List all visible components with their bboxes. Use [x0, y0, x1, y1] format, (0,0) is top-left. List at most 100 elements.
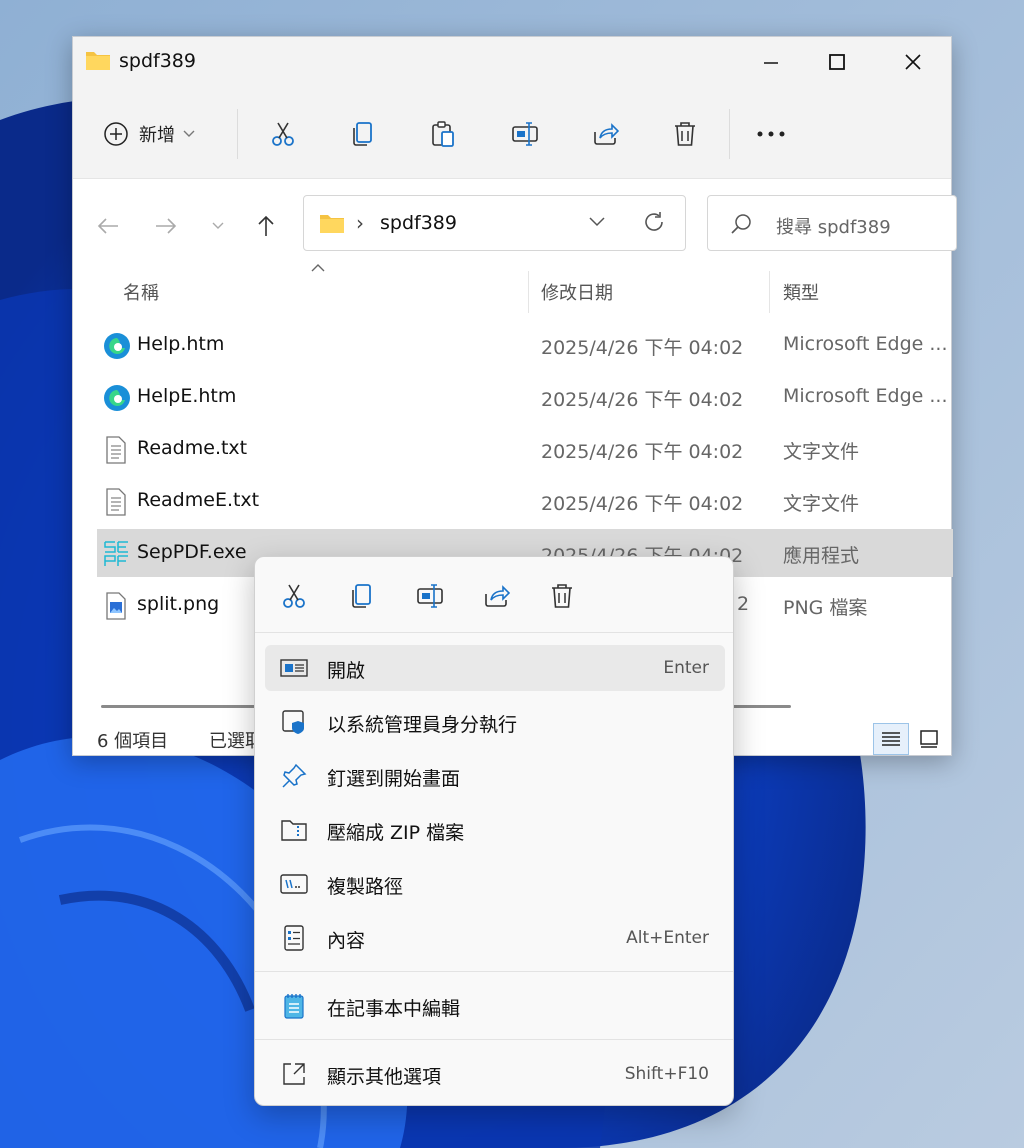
column-header-modified[interactable]: 修改日期: [541, 279, 613, 319]
notepad-icon: [279, 993, 309, 1019]
forward-arrow-icon[interactable]: [149, 209, 183, 243]
file-modified: 2025/4/26 下午 04:02: [541, 441, 744, 463]
file-name: Help.htm: [137, 333, 225, 355]
chevron-down-icon: [183, 130, 195, 137]
cut-icon[interactable]: [275, 577, 313, 615]
menu-item-properties[interactable]: 內容 Alt+Enter: [265, 915, 725, 961]
open-icon: [279, 655, 309, 681]
copy-icon[interactable]: [343, 115, 383, 153]
copy-icon[interactable]: [343, 577, 381, 615]
column-divider[interactable]: [528, 271, 529, 313]
toolbar-divider: [237, 109, 238, 159]
menu-item-copy-path[interactable]: 複製路徑: [265, 861, 725, 907]
file-row[interactable]: Help.htm 2025/4/26 下午 04:02 Microsoft Ed…: [97, 321, 953, 369]
file-modified: 2025/4/26 下午 04:02: [541, 389, 744, 411]
search-box[interactable]: 搜尋 spdf389: [707, 195, 957, 251]
menu-item-compress-zip[interactable]: 壓縮成 ZIP 檔案: [265, 807, 725, 853]
menu-item-open[interactable]: 開啟 Enter: [265, 645, 725, 691]
seppdf-app-icon: [103, 540, 131, 572]
toolbar-divider: [729, 109, 730, 159]
delete-icon[interactable]: [543, 577, 581, 615]
new-button-label: 新增: [139, 125, 175, 146]
menu-item-label: 在記事本中編輯: [327, 998, 461, 1020]
address-bar[interactable]: › spdf389: [303, 195, 686, 251]
plus-circle-icon: [104, 122, 128, 146]
edge-icon: [103, 332, 131, 364]
search-placeholder: 搜尋 spdf389: [776, 217, 891, 238]
menu-item-shortcut: Shift+F10: [624, 1064, 709, 1084]
tiles-view-icon[interactable]: [913, 723, 945, 755]
menu-item-pin-to-start[interactable]: 釘選到開始畫面: [265, 753, 725, 799]
menu-item-shortcut: Enter: [663, 658, 709, 678]
edge-icon: [103, 384, 131, 416]
column-header-name[interactable]: 名稱: [123, 279, 159, 319]
share-icon[interactable]: [585, 115, 625, 153]
text-file-icon: [103, 436, 129, 468]
refresh-icon[interactable]: [642, 210, 666, 238]
file-row[interactable]: ReadmeE.txt 2025/4/26 下午 04:02 文字文件: [97, 477, 953, 525]
file-modified: 2: [737, 593, 750, 615]
file-row[interactable]: Readme.txt 2025/4/26 下午 04:02 文字文件: [97, 425, 953, 473]
file-type: 應用程式: [783, 545, 860, 567]
paste-icon[interactable]: [423, 115, 463, 153]
file-type: Microsoft Edge ...: [783, 385, 948, 407]
admin-shield-icon: [279, 709, 309, 735]
rename-icon[interactable]: [505, 115, 545, 153]
file-type: PNG 檔案: [783, 597, 868, 619]
pin-icon: [279, 763, 309, 789]
back-arrow-icon[interactable]: [91, 209, 125, 243]
file-name: SepPDF.exe: [137, 541, 247, 563]
image-file-icon: [103, 592, 129, 624]
close-button[interactable]: [891, 45, 935, 79]
folder-icon: [318, 212, 346, 238]
menu-item-edit-in-notepad[interactable]: 在記事本中編輯: [265, 983, 725, 1029]
navigation-row: › spdf389 搜尋 spdf389: [73, 179, 957, 279]
copy-path-icon: [279, 871, 309, 897]
title-bar[interactable]: spdf389: [73, 37, 951, 87]
column-header-type[interactable]: 類型: [783, 279, 819, 319]
file-name: HelpE.htm: [137, 385, 237, 407]
new-button[interactable]: 新增: [103, 117, 195, 151]
column-divider[interactable]: [769, 271, 770, 313]
more-options-icon: [279, 1061, 309, 1087]
folder-icon: [85, 49, 111, 75]
minimize-button[interactable]: [749, 45, 793, 79]
breadcrumb-segment[interactable]: spdf389: [380, 212, 457, 234]
recent-chevron-icon[interactable]: [201, 209, 235, 243]
more-icon[interactable]: [751, 115, 791, 153]
menu-item-label: 以系統管理員身分執行: [327, 714, 518, 736]
file-name: split.png: [137, 593, 220, 615]
menu-item-label: 複製路徑: [327, 876, 404, 898]
file-type: 文字文件: [783, 441, 860, 463]
up-arrow-icon[interactable]: [249, 209, 283, 243]
sort-ascending-icon: [311, 264, 325, 272]
menu-divider: [255, 971, 733, 972]
item-count: 6 個項目: [97, 731, 169, 752]
breadcrumb-separator-icon: ›: [356, 211, 364, 235]
share-icon[interactable]: [477, 577, 515, 615]
context-menu: 開啟 Enter 以系統管理員身分執行 釘選到開始畫面 壓縮成 ZIP 檔案 複…: [254, 556, 734, 1106]
menu-divider: [255, 1039, 733, 1040]
menu-item-run-as-admin[interactable]: 以系統管理員身分執行: [265, 699, 725, 745]
menu-item-label: 釘選到開始畫面: [327, 768, 461, 790]
menu-item-shortcut: Alt+Enter: [626, 928, 709, 948]
file-row[interactable]: HelpE.htm 2025/4/26 下午 04:02 Microsoft E…: [97, 373, 953, 421]
delete-icon[interactable]: [665, 115, 705, 153]
file-type: 文字文件: [783, 493, 860, 515]
file-name: Readme.txt: [137, 437, 248, 459]
file-modified: 2025/4/26 下午 04:02: [541, 493, 744, 515]
cut-icon[interactable]: [263, 115, 303, 153]
maximize-button[interactable]: [815, 45, 859, 79]
properties-icon: [279, 925, 309, 951]
file-name: ReadmeE.txt: [137, 489, 260, 511]
command-bar: 新增: [73, 87, 951, 179]
menu-item-label: 壓縮成 ZIP 檔案: [327, 822, 465, 844]
rename-icon[interactable]: [411, 577, 449, 615]
chevron-down-icon[interactable]: [589, 212, 605, 231]
file-type: Microsoft Edge ...: [783, 333, 948, 355]
menu-item-label: 開啟: [327, 660, 366, 682]
details-view-icon[interactable]: [873, 723, 909, 755]
search-icon: [730, 213, 752, 239]
file-modified: 2025/4/26 下午 04:02: [541, 337, 744, 359]
menu-item-show-more-options[interactable]: 顯示其他選項 Shift+F10: [265, 1051, 725, 1097]
